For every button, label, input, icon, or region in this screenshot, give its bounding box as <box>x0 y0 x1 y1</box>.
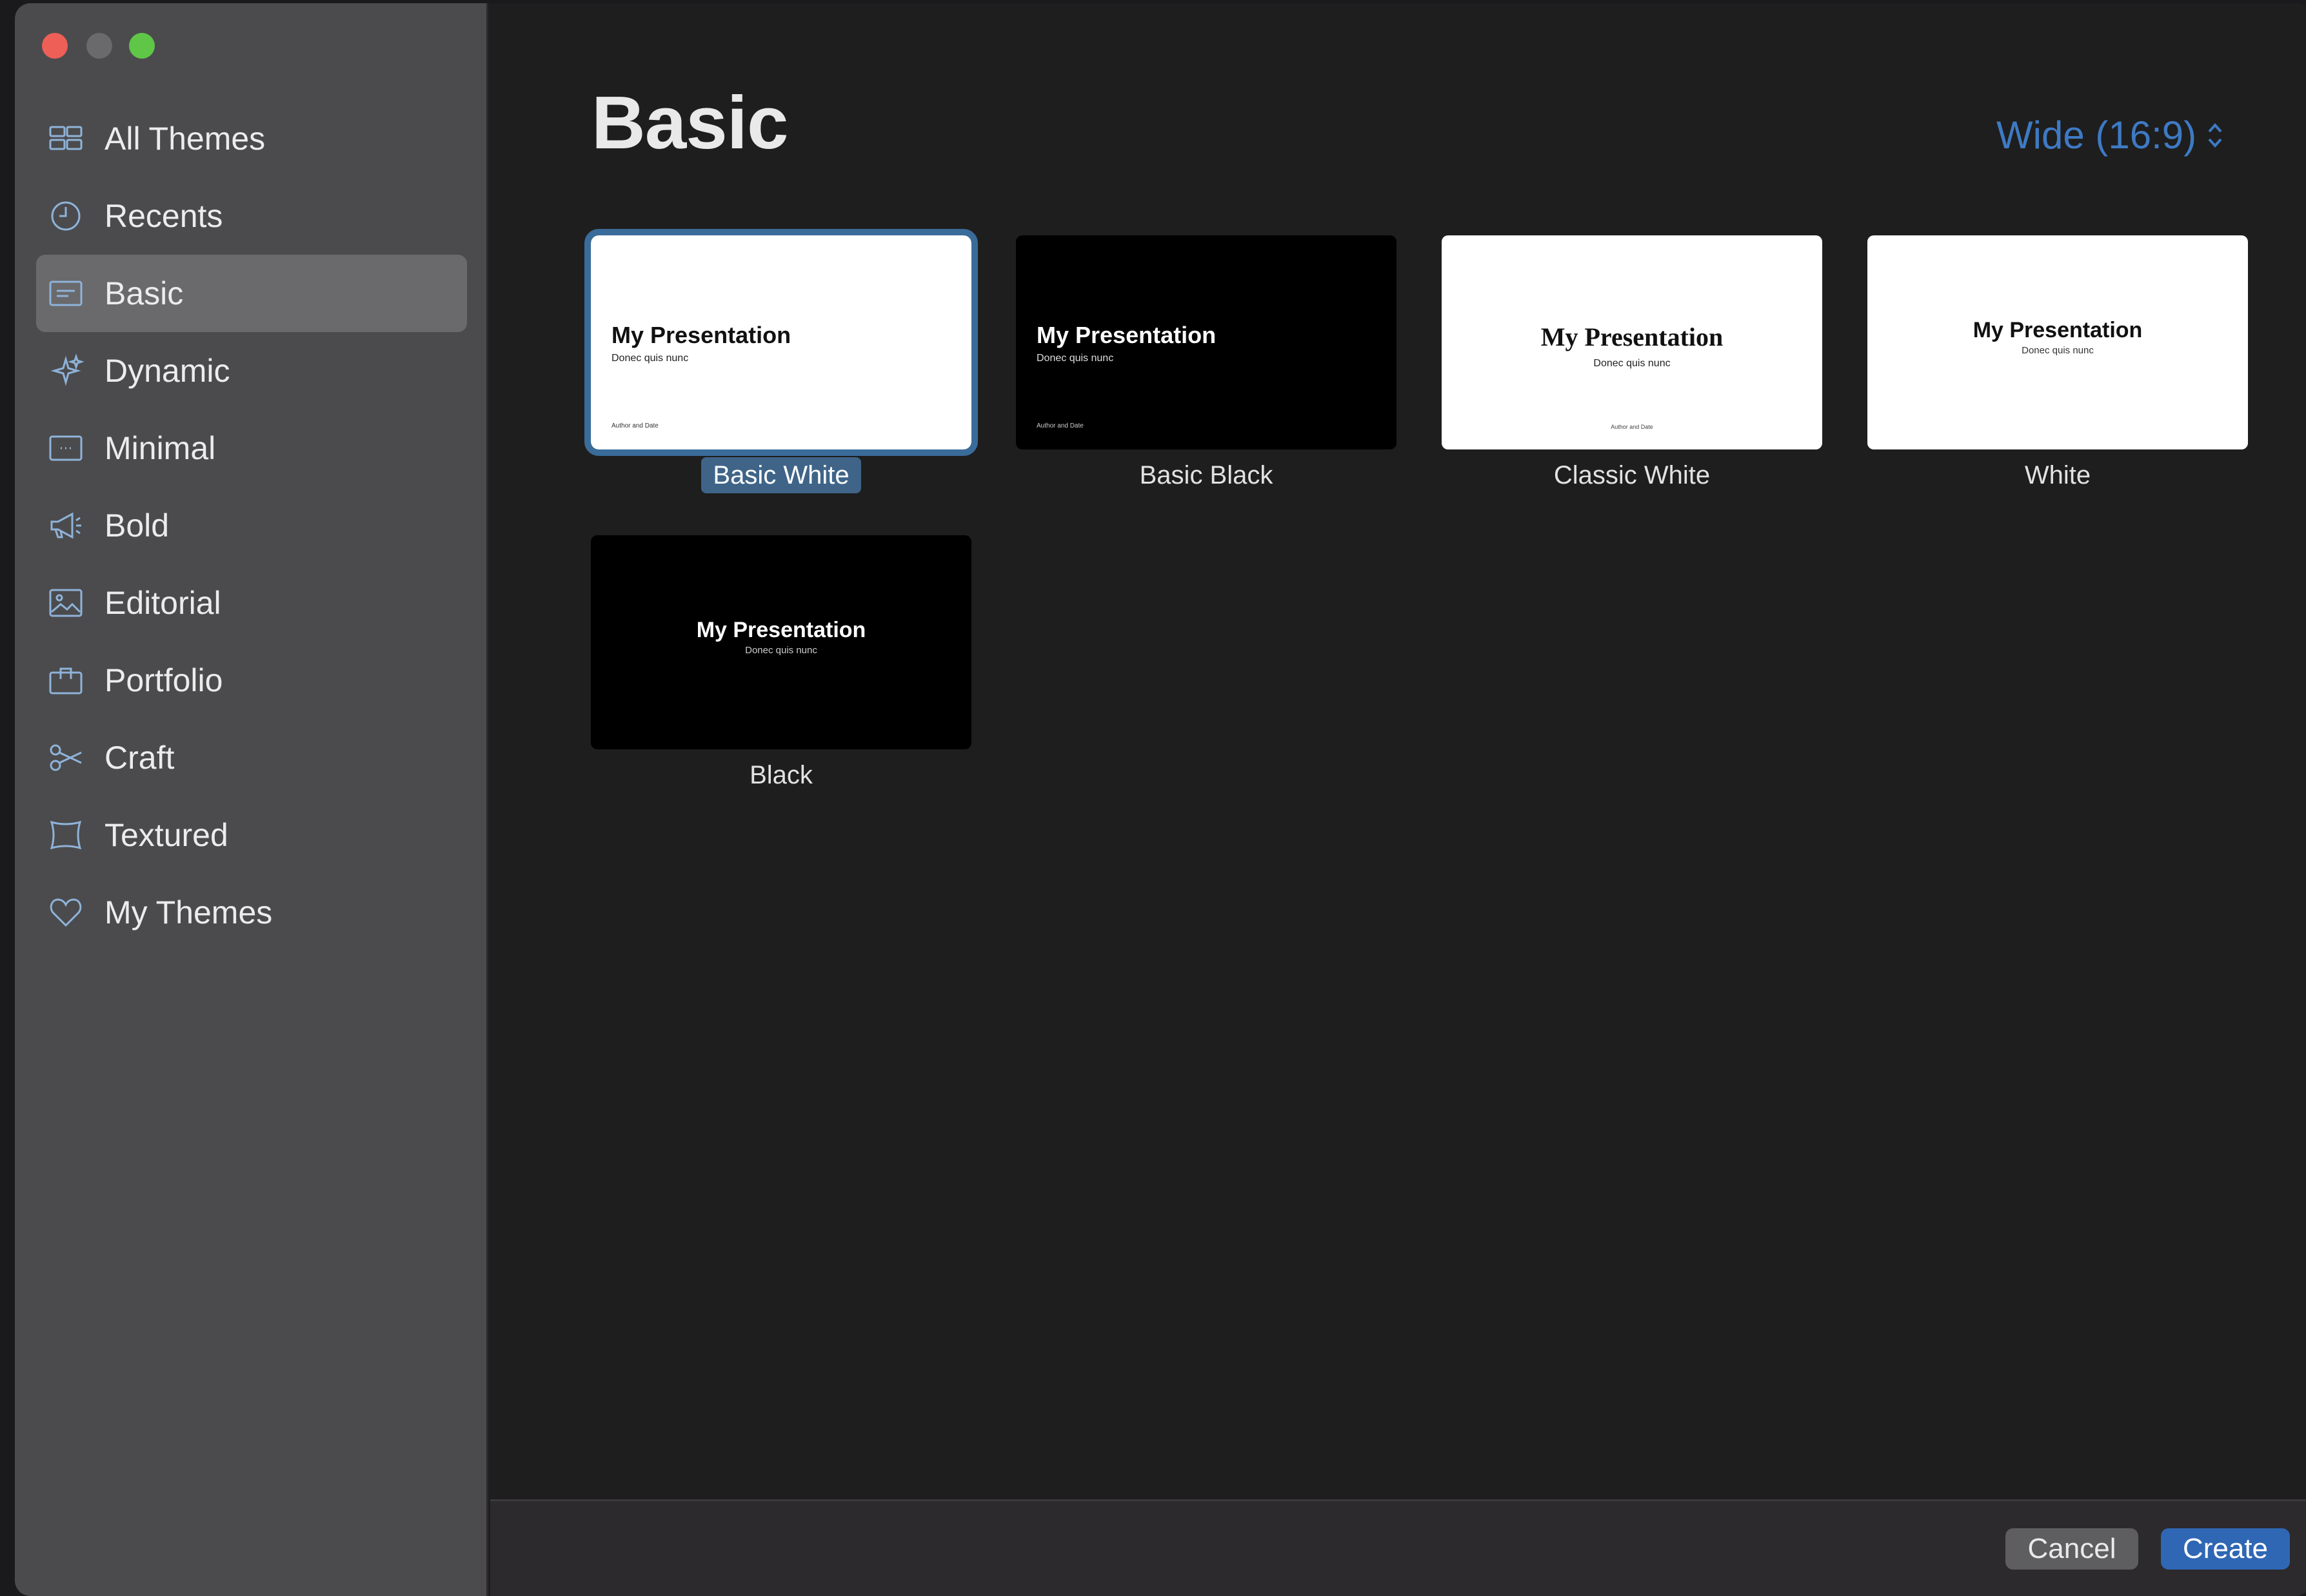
theme-thumbnail[interactable]: My Presentation Donec quis nunc <box>591 535 971 749</box>
dialog-footer: Cancel Create <box>490 1499 2306 1596</box>
theme-name: Classic White <box>1553 461 1711 489</box>
clock-icon <box>48 198 84 234</box>
slide-minimal-icon <box>48 430 84 466</box>
sidebar-item-editorial[interactable]: Editorial <box>36 564 467 642</box>
theme-thumbnail[interactable]: My Presentation Donec quis nunc Author a… <box>1442 235 1822 449</box>
megaphone-icon <box>48 507 84 544</box>
page-title: Basic <box>591 81 789 164</box>
slide-subtitle: Donec quis nunc <box>2022 345 2094 356</box>
sidebar-item-portfolio[interactable]: Portfolio <box>36 642 467 719</box>
sidebar-item-craft[interactable]: Craft <box>36 719 467 796</box>
sidebar-item-label: Dynamic <box>104 353 230 389</box>
aspect-ratio-value: Wide (16:9) <box>1996 113 2197 157</box>
sidebar-item-label: Textured <box>104 817 228 853</box>
sidebar-item-my-themes[interactable]: My Themes <box>36 874 467 951</box>
slide-basic-icon <box>48 275 84 311</box>
sidebar: All Themes Recents Basic Dynamic Minimal… <box>15 3 488 1596</box>
theme-thumbnail[interactable]: My Presentation Donec quis nunc <box>1867 235 2248 449</box>
sidebar-item-label: Editorial <box>104 585 221 621</box>
slide-subtitle: Donec quis nunc <box>1593 358 1671 369</box>
sidebar-item-all-themes[interactable]: All Themes <box>36 100 467 177</box>
sparkles-icon <box>48 353 84 389</box>
close-window-button[interactable] <box>42 33 68 59</box>
slide-author: Author and Date <box>1611 424 1653 430</box>
slide-title: My Presentation <box>1037 322 1217 348</box>
sidebar-item-label: All Themes <box>104 121 266 157</box>
slide-author: Author and Date <box>1037 422 1084 429</box>
zoom-window-button[interactable] <box>129 33 155 59</box>
slide-title: My Presentation <box>1540 322 1724 351</box>
sidebar-item-label: Craft <box>104 740 175 776</box>
aspect-ratio-select[interactable]: Wide (16:9) <box>1996 113 2225 157</box>
sidebar-item-minimal[interactable]: Minimal <box>36 409 467 487</box>
sidebar-item-label: Basic <box>104 275 184 311</box>
sidebar-item-label: Portfolio <box>104 662 223 698</box>
sidebar-item-textured[interactable]: Textured <box>36 796 467 874</box>
frame-icon <box>48 817 84 853</box>
sidebar-item-bold[interactable]: Bold <box>36 487 467 564</box>
slide-title: My Presentation <box>1973 318 2143 342</box>
cancel-button[interactable]: Cancel <box>2005 1528 2138 1570</box>
theme-thumbnail[interactable]: My Presentation Donec quis nunc Author a… <box>584 229 978 456</box>
sidebar-item-label: Minimal <box>104 430 216 466</box>
slide-title: My Presentation <box>611 322 791 348</box>
briefcase-icon <box>48 662 84 698</box>
slide-subtitle: Donec quis nunc <box>1037 353 1114 364</box>
create-button[interactable]: Create <box>2161 1528 2290 1570</box>
sidebar-item-dynamic[interactable]: Dynamic <box>36 332 467 409</box>
sidebar-item-recents[interactable]: Recents <box>36 177 467 255</box>
theme-thumbnail[interactable]: My Presentation Donec quis nunc Author a… <box>1016 235 1397 449</box>
grid-icon <box>48 121 84 157</box>
minimize-window-button[interactable] <box>86 33 112 59</box>
theme-name: White <box>2024 461 2091 489</box>
slide-subtitle: Donec quis nunc <box>611 353 689 364</box>
sidebar-item-basic[interactable]: Basic <box>36 255 467 332</box>
scissors-icon <box>48 740 84 776</box>
heart-icon <box>48 894 84 931</box>
sidebar-item-label: My Themes <box>104 894 273 931</box>
photo-icon <box>48 585 84 621</box>
theme-category-list: All Themes Recents Basic Dynamic Minimal… <box>36 100 467 951</box>
sidebar-item-label: Bold <box>104 507 170 544</box>
theme-gallery: Basic Wide (16:9) My Presentation Donec … <box>490 3 2306 1596</box>
slide-subtitle: Donec quis nunc <box>745 645 817 656</box>
slide-author: Author and Date <box>611 422 659 429</box>
theme-chooser-window: All Themes Recents Basic Dynamic Minimal… <box>15 3 2306 1596</box>
theme-name: Basic White <box>591 457 971 493</box>
theme-name: Basic Black <box>1139 461 1273 489</box>
chevron-up-down-icon <box>2208 123 2222 148</box>
theme-name: Black <box>750 761 813 789</box>
sidebar-item-label: Recents <box>104 198 223 234</box>
slide-title: My Presentation <box>696 618 866 642</box>
